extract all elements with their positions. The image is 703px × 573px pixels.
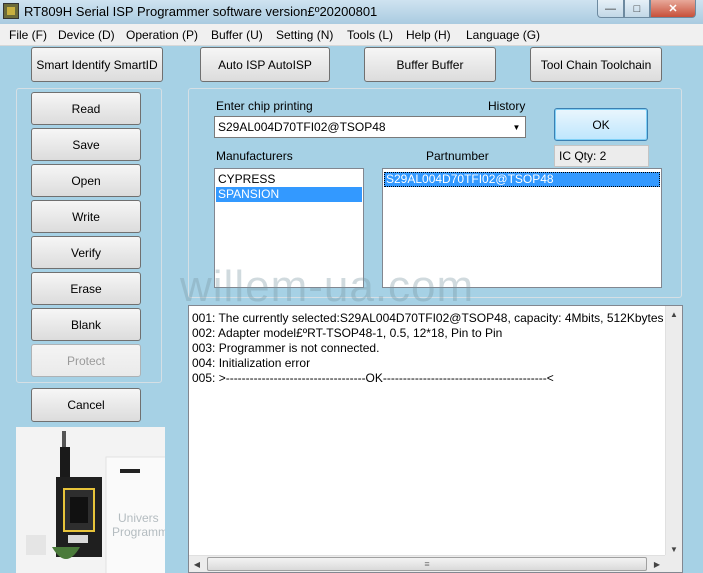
cancel-button[interactable]: Cancel — [31, 388, 141, 422]
menu-setting[interactable]: Setting (N) — [276, 28, 333, 42]
manufacturers-label: Manufacturers — [216, 149, 293, 163]
menu-bar: File (F) Device (D) Operation (P) Buffer… — [0, 24, 703, 46]
menu-file[interactable]: File (F) — [9, 28, 47, 42]
log-output[interactable]: 001: The currently selected:S29AL004D70T… — [188, 305, 683, 573]
tool-chain-button[interactable]: Tool Chain Toolchain — [530, 47, 662, 82]
menu-buffer[interactable]: Buffer (U) — [211, 28, 263, 42]
menu-device[interactable]: Device (D) — [58, 28, 115, 42]
photo-text-universal: Univers — [118, 511, 159, 525]
log-line: 005: >----------------------------------… — [192, 371, 554, 385]
menu-tools[interactable]: Tools (L) — [347, 28, 393, 42]
buffer-button[interactable]: Buffer Buffer — [364, 47, 496, 82]
photo-text-programmer: Programm — [112, 525, 165, 539]
app-icon[interactable] — [3, 3, 19, 19]
open-button[interactable]: Open — [31, 164, 141, 197]
close-button[interactable]: ✕ — [650, 0, 696, 18]
log-line: 003: Programmer is not connected. — [192, 341, 380, 355]
title-bar[interactable]: RT809H Serial ISP Programmer software ve… — [0, 0, 703, 24]
smart-identify-button[interactable]: Smart Identify SmartID — [31, 47, 163, 82]
menu-operation[interactable]: Operation (P) — [126, 28, 198, 42]
scroll-right-icon[interactable]: ▶ — [649, 556, 665, 572]
auto-isp-button[interactable]: Auto ISP AutoISP — [200, 47, 330, 82]
partnumber-label: Partnumber — [426, 149, 489, 163]
chip-printing-combobox[interactable]: S29AL004D70TFI02@TSOP48 ▼ — [214, 116, 526, 138]
minimize-button[interactable]: — — [597, 0, 624, 18]
app-window: RT809H Serial ISP Programmer software ve… — [0, 0, 703, 573]
verify-button[interactable]: Verify — [31, 236, 141, 269]
list-item[interactable]: S29AL004D70TFI02@TSOP48 — [384, 172, 660, 187]
scroll-left-icon[interactable]: ◀ — [189, 556, 205, 572]
menu-help[interactable]: Help (H) — [406, 28, 451, 42]
protect-button[interactable]: Protect — [31, 344, 141, 377]
history-label: History — [488, 99, 526, 113]
vertical-scrollbar[interactable]: ▲ ▼ — [665, 306, 682, 557]
scroll-up-icon[interactable]: ▲ — [666, 306, 682, 322]
log-line: 002: Adapter model£ºRT-TSOP48-1, 0.5, 12… — [192, 326, 503, 340]
maximize-button[interactable]: □ — [624, 0, 650, 18]
read-button[interactable]: Read — [31, 92, 141, 125]
blank-button[interactable]: Blank — [31, 308, 141, 341]
list-item[interactable]: CYPRESS — [216, 172, 362, 187]
horizontal-scrollbar[interactable]: ◀ ≡ ▶ — [189, 555, 665, 572]
ic-qty-field: IC Qty: 2 — [554, 145, 649, 167]
chip-printing-value: S29AL004D70TFI02@TSOP48 — [218, 120, 386, 134]
log-line: 001: The currently selected:S29AL004D70T… — [192, 311, 664, 325]
watermark: willem-ua.com — [180, 262, 475, 311]
adapter-photo: Univers Programm — [16, 427, 165, 573]
erase-button[interactable]: Erase — [31, 272, 141, 305]
chevron-down-icon[interactable]: ▼ — [508, 117, 525, 137]
enter-chip-label: Enter chip printing — [216, 99, 313, 113]
list-item[interactable]: SPANSION — [216, 187, 362, 202]
ic-qty-value: IC Qty: 2 — [559, 149, 607, 163]
log-line: 004: Initialization error — [192, 356, 311, 370]
menu-language[interactable]: Language (G) — [466, 28, 540, 42]
write-button[interactable]: Write — [31, 200, 141, 233]
scroll-thumb[interactable]: ≡ — [207, 557, 647, 571]
ok-button[interactable]: OK — [554, 108, 648, 141]
save-button[interactable]: Save — [31, 128, 141, 161]
adapter-image — [16, 427, 165, 573]
window-title: RT809H Serial ISP Programmer software ve… — [24, 4, 378, 19]
scroll-corner — [665, 555, 682, 572]
